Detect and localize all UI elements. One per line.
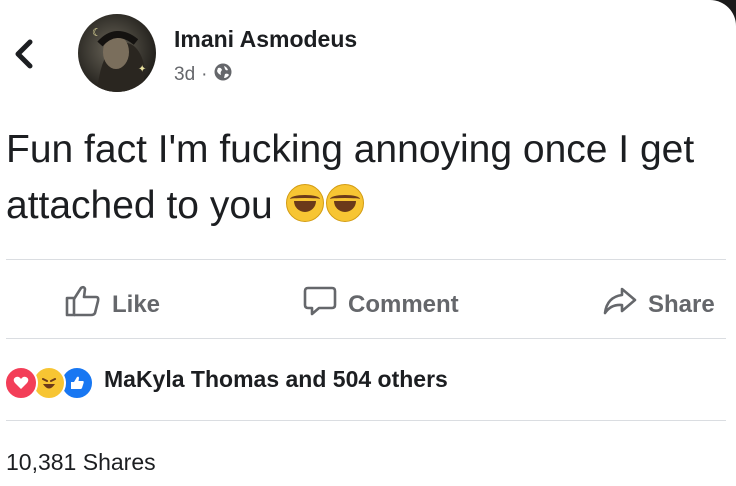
divider — [6, 259, 726, 260]
svg-text:✦: ✦ — [138, 64, 146, 75]
comment-bubble-icon — [302, 284, 338, 325]
like-label: Like — [112, 290, 161, 318]
share-arrow-icon — [602, 284, 638, 325]
divider — [6, 338, 726, 339]
like-button[interactable]: Like — [64, 284, 160, 325]
back-arrow-icon[interactable] — [10, 36, 40, 72]
tears-of-joy-emoji — [325, 184, 364, 222]
post-meta: 3d · — [174, 62, 233, 88]
reaction-icons[interactable] — [4, 366, 94, 400]
tears-of-joy-emoji — [285, 184, 324, 222]
thumbs-up-icon — [64, 284, 102, 325]
divider — [6, 420, 726, 421]
avatar[interactable]: ☾ ✦ — [78, 14, 156, 92]
share-label: Share — [648, 290, 715, 318]
svg-text:☾: ☾ — [92, 26, 102, 39]
comment-button[interactable]: Comment — [302, 284, 459, 325]
comment-label: Comment — [348, 290, 459, 318]
share-button[interactable]: Share — [602, 284, 715, 325]
meta-separator: · — [201, 64, 208, 85]
reaction-summary[interactable]: MaKyla Thomas and 504 others — [104, 366, 448, 393]
globe-icon[interactable] — [213, 62, 233, 88]
love-reaction-icon — [4, 366, 38, 400]
post-text-block: Fun fact I'm fucking annoying once I get… — [6, 122, 726, 234]
share-count[interactable]: 10,381 Shares — [6, 449, 156, 476]
post-card: ☾ ✦ Imani Asmodeus 3d · Fun fact I'm fuc… — [0, 0, 736, 486]
post-time[interactable]: 3d — [174, 64, 195, 86]
author-name[interactable]: Imani Asmodeus — [174, 26, 357, 53]
